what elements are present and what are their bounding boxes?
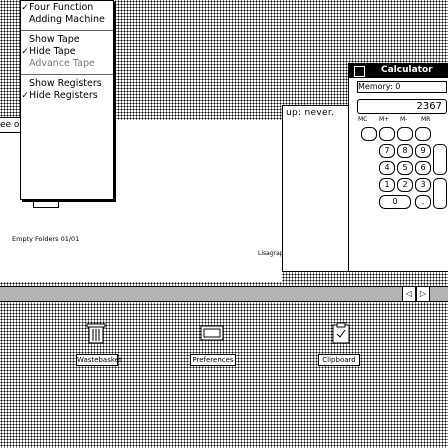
check-icon: ✓ xyxy=(21,3,29,13)
key-decimal[interactable]: . xyxy=(415,195,431,209)
tape-window xyxy=(115,120,282,282)
scroll-left-button[interactable]: ◁ xyxy=(402,286,416,302)
menu-separator xyxy=(21,30,113,31)
key-2[interactable]: 2 xyxy=(397,178,413,192)
calculator-title-bar[interactable]: Calculator xyxy=(349,64,448,78)
wastebasket-icon[interactable] xyxy=(86,322,106,344)
menu-separator xyxy=(21,74,113,75)
key-plus[interactable] xyxy=(433,178,447,209)
registers-text: up: never. xyxy=(286,108,335,118)
menu-item-show-registers[interactable]: Show Registers xyxy=(21,78,113,90)
horizontal-scrollbar[interactable] xyxy=(0,286,448,302)
calculator-menu: ✓Four Function Adding Machine Show Tape … xyxy=(20,0,114,200)
memory-key[interactable]: MR xyxy=(421,116,430,123)
calculator-title: Calculator xyxy=(379,65,435,75)
menu-item-label: Four Function xyxy=(29,2,94,13)
key-clear[interactable] xyxy=(361,127,377,141)
calculator-display: 2367 xyxy=(357,99,447,114)
key-0[interactable]: 0 xyxy=(379,195,411,209)
check-icon: ✓ xyxy=(21,47,29,57)
key-8[interactable]: 8 xyxy=(397,144,413,158)
close-icon[interactable] xyxy=(354,66,365,77)
key-7[interactable]: 7 xyxy=(379,144,395,158)
wastebasket-label[interactable]: Wastebasket xyxy=(76,354,122,366)
preferences-label[interactable]: Preferences xyxy=(190,354,236,366)
key-4[interactable]: 4 xyxy=(379,161,395,175)
menu-item-hide-registers[interactable]: ✓Hide Registers xyxy=(21,90,113,102)
menu-item-label: Hide Registers xyxy=(29,90,98,101)
memory-key[interactable]: M- xyxy=(400,116,407,123)
key-9[interactable]: 9 xyxy=(415,144,431,158)
key-6[interactable]: 6 xyxy=(415,161,431,175)
key-3[interactable]: 3 xyxy=(415,178,431,192)
key-multiply[interactable] xyxy=(415,127,431,141)
menu-item-hide-tape[interactable]: ✓Hide Tape xyxy=(21,46,113,58)
key-5[interactable]: 5 xyxy=(397,161,413,175)
clipboard-icon[interactable] xyxy=(331,322,351,344)
folder-caption: Empty Folders 01/01 xyxy=(12,235,80,243)
key-divide[interactable] xyxy=(397,127,413,141)
menu-item-label: Show Registers xyxy=(29,78,102,89)
menu-item-show-tape[interactable]: Show Tape xyxy=(21,34,113,46)
key-equals[interactable] xyxy=(379,127,395,141)
memory-key[interactable]: M+ xyxy=(379,116,389,123)
calculator-window: Calculator Memory: 0 2367 MC M+ M- MR 7 … xyxy=(348,63,448,272)
menu-item-four-function[interactable]: ✓Four Function xyxy=(21,2,113,14)
clipboard-label[interactable]: Clipboard xyxy=(318,354,360,366)
memory-readout: Memory: 0 xyxy=(357,81,447,93)
key-minus[interactable] xyxy=(433,144,447,175)
menu-item-adding-machine[interactable]: Adding Machine xyxy=(21,14,113,26)
menu-item-label: Adding Machine xyxy=(29,14,105,25)
key-1[interactable]: 1 xyxy=(379,178,395,192)
check-icon: ✓ xyxy=(21,91,29,101)
menu-item-label: Advance Tape xyxy=(29,58,95,69)
menu-item-label: Show Tape xyxy=(29,34,80,45)
registers-pane xyxy=(282,121,350,272)
menu-item-advance-tape: Advance Tape xyxy=(21,58,113,70)
scroll-right-button[interactable]: ▷ xyxy=(416,286,430,302)
menu-item-label: Hide Tape xyxy=(29,46,76,57)
display-value: 2367 xyxy=(416,101,442,112)
memory-key[interactable]: MC xyxy=(358,116,367,123)
preferences-icon[interactable] xyxy=(200,322,224,344)
